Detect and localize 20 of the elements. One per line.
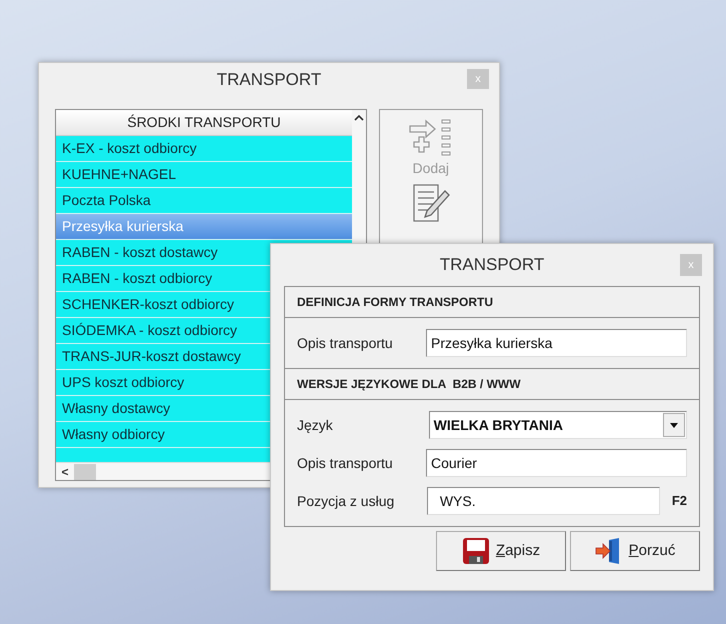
scrollbar-thumb[interactable]: [74, 464, 96, 480]
list-row[interactable]: KUEHNE+NAGEL: [56, 162, 352, 188]
text-field[interactable]: Przesyłka kurierska: [426, 329, 687, 357]
section-header: DEFINICJA FORMY TRANSPORTU: [285, 287, 699, 318]
shortcut-label: F2: [672, 492, 687, 510]
section-header: WERSJE JĘZYKOWE DLA B2B / WWW: [285, 369, 699, 400]
language-dropdown[interactable]: WIELKA BRYTANIA: [428, 411, 687, 439]
scroll-up-icon[interactable]: [354, 114, 364, 121]
dialog-title: TRANSPORT: [440, 254, 544, 276]
text-field[interactable]: Courier: [426, 449, 687, 477]
window-title: TRANSPORT: [216, 69, 322, 92]
list-row[interactable]: Poczta Polska: [56, 188, 352, 214]
list-row[interactable]: K-EX - koszt odbiorcy: [56, 136, 352, 162]
cancel-button[interactable]: Porzuć: [570, 531, 700, 571]
text-field[interactable]: WYS.: [426, 487, 660, 515]
save-button[interactable]: Zapisz: [436, 531, 566, 571]
scroll-left-button[interactable]: <: [56, 462, 74, 480]
field-label: Pozycja z usług: [297, 492, 396, 511]
column-header[interactable]: ŚRODKI TRANSPORTU: [56, 110, 352, 136]
field-label: Opis transportu: [297, 454, 394, 473]
